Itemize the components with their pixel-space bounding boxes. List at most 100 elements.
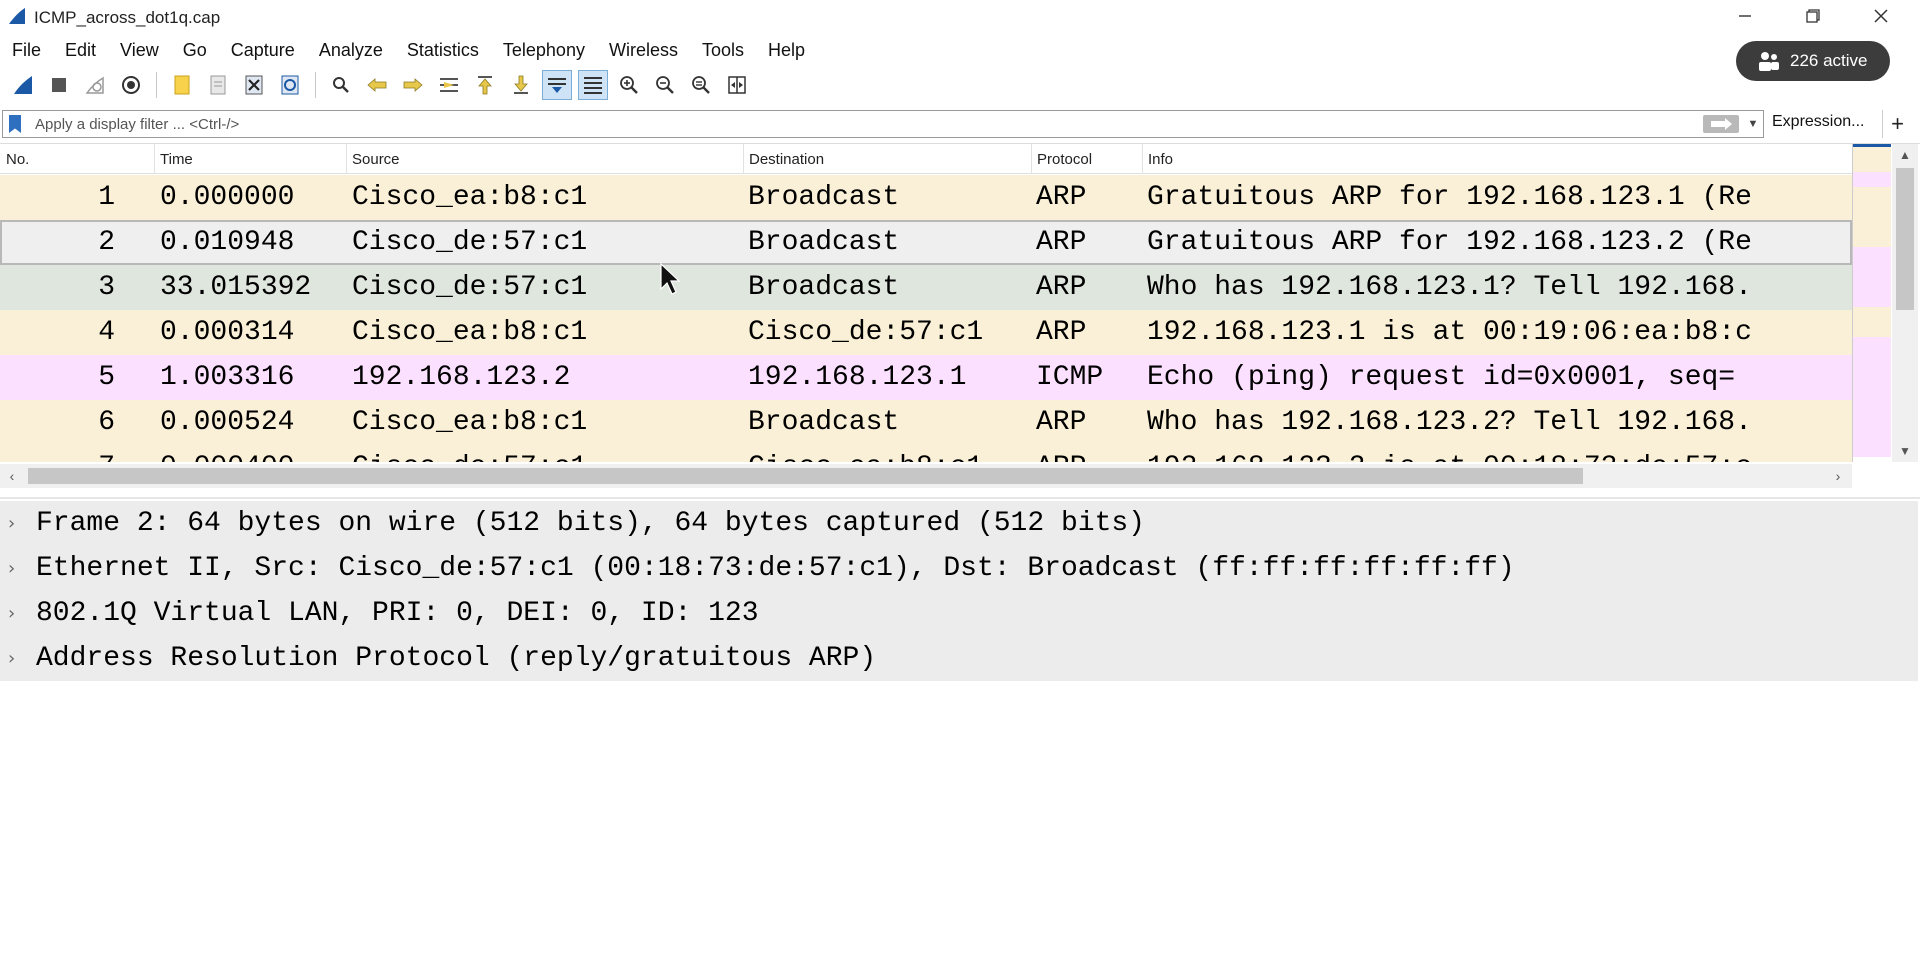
packet-minimap[interactable] bbox=[1852, 144, 1891, 462]
expand-arrow-icon[interactable]: › bbox=[8, 501, 15, 546]
menu-go[interactable]: Go bbox=[171, 36, 219, 64]
packet-row[interactable]: 3 33.015392 Cisco_de:57:c1 Broadcast ARP… bbox=[0, 265, 1852, 310]
minimize-button[interactable] bbox=[1716, 2, 1774, 30]
packet-row[interactable]: 7 0.000400 Cisco_de:57:c1 Cisco_ea:b8:c1… bbox=[0, 445, 1852, 462]
save-file-button[interactable] bbox=[203, 70, 233, 100]
column-divider[interactable] bbox=[1031, 144, 1032, 174]
packet-row[interactable]: 4 0.000314 Cisco_ea:b8:c1 Cisco_de:57:c1… bbox=[0, 310, 1852, 355]
filter-bookmark-icon[interactable] bbox=[9, 115, 21, 133]
find-magnifier-icon bbox=[333, 77, 349, 93]
scroll-right-button[interactable]: › bbox=[1826, 464, 1850, 488]
detail-text: Address Resolution Protocol (reply/gratu… bbox=[36, 643, 877, 674]
colorize-list-icon bbox=[584, 77, 602, 94]
toolbar-separator bbox=[156, 72, 157, 98]
scroll-down-button[interactable]: ▼ bbox=[1892, 440, 1918, 462]
menu-analyze[interactable]: Analyze bbox=[307, 36, 395, 64]
menu-help[interactable]: Help bbox=[756, 36, 817, 64]
packet-source: 192.168.123.2 bbox=[352, 362, 571, 393]
chevron-down-icon: ▼ bbox=[1747, 118, 1759, 130]
scroll-up-button[interactable]: ▲ bbox=[1892, 144, 1918, 166]
column-header-source[interactable]: Source bbox=[352, 151, 400, 168]
display-filter-bar: ▼ Expression... + bbox=[2, 110, 1918, 138]
detail-tree-item-vlan[interactable]: › 802.1Q Virtual LAN, PRI: 0, DEI: 0, ID… bbox=[0, 591, 1918, 636]
close-file-button[interactable] bbox=[239, 70, 269, 100]
open-folder-icon bbox=[174, 75, 190, 95]
menu-telephony[interactable]: Telephony bbox=[491, 36, 597, 64]
column-header-no[interactable]: No. bbox=[6, 151, 29, 168]
expand-arrow-icon[interactable]: › bbox=[8, 636, 15, 681]
active-users-pill[interactable]: 226 active bbox=[1736, 41, 1890, 81]
column-header-protocol[interactable]: Protocol bbox=[1037, 151, 1092, 168]
horizontal-scroll-thumb[interactable] bbox=[28, 468, 1583, 484]
expand-arrow-icon[interactable]: › bbox=[8, 591, 15, 636]
menu-statistics[interactable]: Statistics bbox=[395, 36, 491, 64]
column-divider[interactable] bbox=[743, 144, 744, 174]
go-back-button[interactable] bbox=[362, 70, 392, 100]
detail-text: Ethernet II, Src: Cisco_de:57:c1 (00:18:… bbox=[36, 553, 1515, 584]
packet-list-horizontal-scrollbar[interactable]: ‹ › bbox=[0, 464, 1852, 488]
vertical-scroll-thumb[interactable] bbox=[1896, 168, 1914, 310]
column-divider[interactable] bbox=[346, 144, 347, 174]
column-header-time[interactable]: Time bbox=[160, 151, 193, 168]
add-filter-button[interactable]: + bbox=[1882, 110, 1912, 138]
packet-time: 0.000000 bbox=[160, 182, 295, 213]
zoom-out-icon bbox=[656, 76, 674, 94]
go-last-packet-icon bbox=[514, 75, 528, 94]
filter-history-dropdown[interactable]: ▼ bbox=[1745, 115, 1761, 133]
restore-button[interactable] bbox=[1784, 2, 1842, 30]
normal-size-button[interactable] bbox=[686, 70, 716, 100]
packet-destination: Broadcast bbox=[748, 272, 900, 303]
column-divider[interactable] bbox=[1142, 144, 1143, 174]
display-filter-input[interactable] bbox=[35, 113, 1685, 135]
menu-wireless[interactable]: Wireless bbox=[597, 36, 690, 64]
start-capture-button[interactable] bbox=[8, 70, 38, 100]
menu-view[interactable]: View bbox=[108, 36, 171, 64]
expand-arrow-icon[interactable]: › bbox=[8, 546, 15, 591]
go-first-packet-button[interactable] bbox=[470, 70, 500, 100]
packet-list-pane: No. Time Source Destination Protocol Inf… bbox=[0, 143, 1920, 493]
colorize-list-button[interactable] bbox=[578, 70, 608, 100]
packet-info: Gratuitous ARP for 192.168.123.2 (Re bbox=[1147, 227, 1752, 258]
go-to-packet-icon bbox=[440, 78, 458, 92]
packet-no: 3 bbox=[98, 272, 115, 303]
packet-row[interactable]: 5 1.003316 192.168.123.2 192.168.123.1 I… bbox=[0, 355, 1852, 400]
zoom-in-button[interactable] bbox=[614, 70, 644, 100]
menu-edit[interactable]: Edit bbox=[53, 36, 108, 64]
go-last-packet-button[interactable] bbox=[506, 70, 536, 100]
resize-columns-button[interactable] bbox=[722, 70, 752, 100]
go-forward-button[interactable] bbox=[398, 70, 428, 100]
detail-tree-item-arp[interactable]: › Address Resolution Protocol (reply/gra… bbox=[0, 636, 1918, 681]
stop-capture-button[interactable] bbox=[44, 70, 74, 100]
detail-tree-item-ethernet[interactable]: › Ethernet II, Src: Cisco_de:57:c1 (00:1… bbox=[0, 546, 1918, 591]
go-to-packet-button[interactable] bbox=[434, 70, 464, 100]
apply-filter-button[interactable] bbox=[1703, 115, 1739, 133]
toolbar-separator bbox=[315, 72, 316, 98]
packet-source: Cisco_de:57:c1 bbox=[352, 272, 588, 303]
menu-file[interactable]: File bbox=[0, 36, 53, 64]
menu-tools[interactable]: Tools bbox=[690, 36, 756, 64]
packet-rows: 1 0.000000 Cisco_ea:b8:c1 Broadcast ARP … bbox=[0, 175, 1852, 462]
column-divider[interactable] bbox=[154, 144, 155, 174]
close-button[interactable] bbox=[1852, 2, 1910, 30]
packet-row-selected[interactable]: 2 0.010948 Cisco_de:57:c1 Broadcast ARP … bbox=[0, 220, 1852, 265]
scroll-left-button[interactable]: ‹ bbox=[0, 464, 24, 488]
menu-capture[interactable]: Capture bbox=[219, 36, 307, 64]
open-file-button[interactable] bbox=[167, 70, 197, 100]
detail-tree-item-frame[interactable]: › Frame 2: 64 bytes on wire (512 bits), … bbox=[0, 501, 1918, 546]
capture-options-button[interactable] bbox=[116, 70, 146, 100]
display-filter-box: ▼ bbox=[2, 110, 1764, 138]
packet-list-vertical-scrollbar[interactable]: ▲ ▼ bbox=[1892, 144, 1918, 462]
packet-destination: 192.168.123.1 bbox=[748, 362, 967, 393]
column-header-destination[interactable]: Destination bbox=[749, 151, 824, 168]
column-header-info[interactable]: Info bbox=[1148, 151, 1173, 168]
restart-capture-button[interactable] bbox=[80, 70, 110, 100]
zoom-out-button[interactable] bbox=[650, 70, 680, 100]
reload-file-button[interactable] bbox=[275, 70, 305, 100]
packet-protocol: ARP bbox=[1036, 407, 1087, 438]
packet-row[interactable]: 1 0.000000 Cisco_ea:b8:c1 Broadcast ARP … bbox=[0, 175, 1852, 220]
minimap-band bbox=[1853, 172, 1891, 187]
packet-row[interactable]: 6 0.000524 Cisco_ea:b8:c1 Broadcast ARP … bbox=[0, 400, 1852, 445]
expression-button[interactable]: Expression... bbox=[1772, 113, 1864, 131]
autoscroll-button[interactable] bbox=[542, 70, 572, 100]
find-packet-button[interactable] bbox=[326, 70, 356, 100]
